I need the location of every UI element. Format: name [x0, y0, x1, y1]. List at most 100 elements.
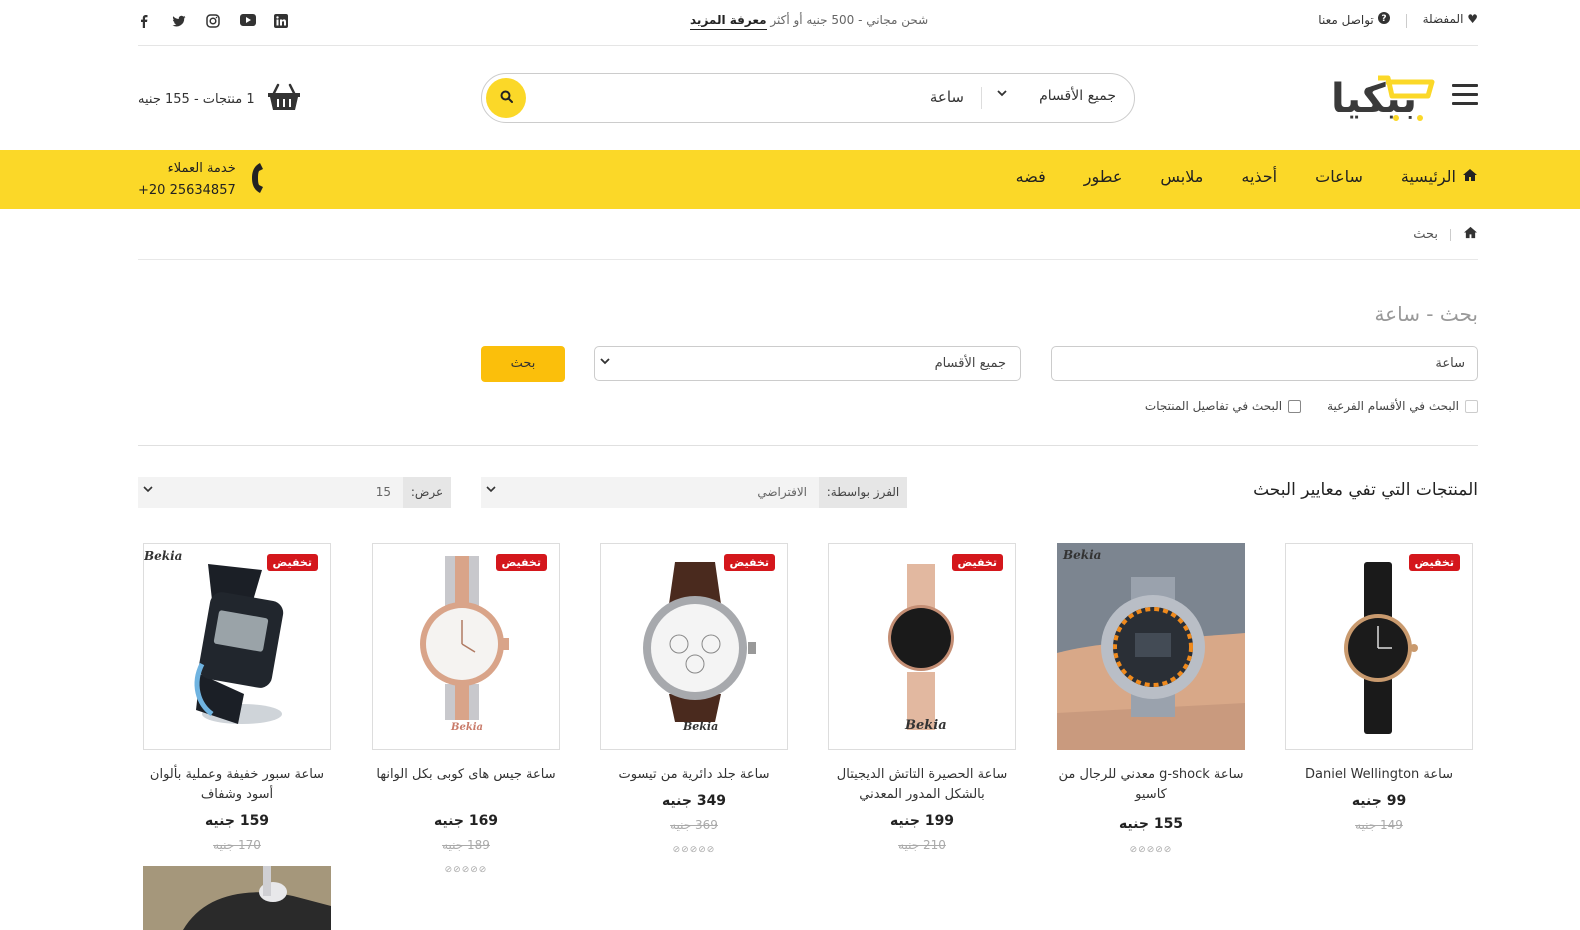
top-bar: شحن مجاني - 500 جنيه أو أكثر معرفة المزي… [0, 0, 1580, 46]
product-image[interactable]: تخفيض Bekia [600, 543, 788, 750]
phone-icon [246, 161, 266, 199]
nav-item-shoes[interactable]: أحذيه [1241, 167, 1277, 186]
chevron-down-icon [599, 355, 611, 369]
sort-value: الافتراضي [757, 485, 807, 499]
nav-item-watches[interactable]: ساعات [1315, 167, 1363, 186]
show-count-select[interactable]: عرض: 15 [138, 477, 451, 508]
product-name[interactable]: ساعة Daniel Wellington [1277, 765, 1481, 785]
divider [138, 45, 1478, 46]
product-old-price: 189 جنيه [442, 838, 490, 852]
breadcrumb: بحث [1413, 226, 1478, 243]
divider [138, 445, 1478, 446]
social-links [138, 14, 308, 32]
product-old-price: 369 جنيه [670, 818, 718, 832]
cart-text: 1 منتجات - 155 جنيه [138, 92, 255, 107]
product-image[interactable]: تخفيض Bekia [143, 543, 331, 750]
nav-item-silver[interactable]: فضه [1016, 167, 1046, 186]
discount-badge: تخفيض [951, 554, 1003, 571]
divider [981, 87, 982, 109]
rating-stars: ⊘⊘⊘⊘⊘ [444, 865, 488, 875]
page-title: بحث - ساعة [1374, 302, 1478, 326]
nav-item-home[interactable]: الرئيسية [1401, 167, 1478, 186]
search-submit-button[interactable]: بحث [481, 346, 565, 382]
menu-hamburger-icon[interactable] [1452, 84, 1478, 108]
chevron-down-icon[interactable] [996, 87, 1008, 102]
support-phone[interactable]: +20 25634857 [138, 180, 236, 202]
search-category-value: جميع الأقسام [934, 356, 1006, 371]
discount-badge: تخفيض [723, 554, 775, 571]
sort-select[interactable]: الفرز بواسطة: الافتراضي [481, 477, 907, 508]
basket-icon[interactable] [267, 82, 301, 116]
product-price: 159 جنيه [204, 813, 270, 829]
nav-item-label: الرئيسية [1400, 167, 1456, 186]
divider [1450, 228, 1451, 241]
product-name[interactable]: ساعة سبور خفيفة وعملية بألوان أسود وشفاف [135, 765, 339, 805]
heart-icon: ♥ [1467, 12, 1478, 26]
discount-badge: تخفيض [1408, 554, 1460, 571]
product-price: 349 جنيه [661, 793, 727, 809]
site-logo[interactable]: بيكيا [1316, 66, 1436, 124]
facebook-icon[interactable] [138, 14, 172, 32]
favorites-link[interactable]: ♥ المفضلة [1423, 12, 1478, 28]
support-text: خدمة العملاء +20 25634857 [138, 158, 236, 202]
linkedin-icon[interactable] [274, 14, 308, 32]
cart-separator: - [193, 91, 199, 107]
nav-item-perfumes[interactable]: عطور [1084, 167, 1123, 186]
breadcrumb-home-icon[interactable] [1463, 226, 1478, 243]
subcategories-checkbox[interactable] [1465, 399, 1478, 413]
product-old-price: 210 جنيه [898, 838, 946, 852]
descriptions-label: البحث في تفاصيل المنتجات [1144, 399, 1283, 413]
sort-label: الفرز بواسطة: [819, 477, 907, 508]
subcategories-label: البحث في الأقسام الفرعية [1327, 399, 1459, 413]
product-name[interactable]: ساعة g-shock معدني للرجال من كاسيو [1049, 765, 1253, 805]
product-price: 99 جنيه [1351, 793, 1407, 809]
show-value: 15 [375, 485, 391, 499]
cart-count: 1 [246, 91, 255, 107]
descriptions-option[interactable]: البحث في تفاصيل المنتجات [1144, 399, 1302, 413]
cart-summary[interactable]: 1 منتجات - 155 جنيه [138, 82, 301, 116]
promo-learn-more-link[interactable]: معرفة المزيد [690, 13, 767, 30]
product-old-price: 149 جنيه [1355, 818, 1403, 832]
top-links: ♥ المفضلة ? تواصل معنا [1318, 12, 1478, 28]
header-search: ساعة جميع الأقسام [481, 73, 1135, 123]
product-old-price: 170 جنيه [213, 838, 261, 852]
main-nav-bar: الرئيسية ساعات أحذيه ملابس عطور فضه خدمة… [0, 150, 1580, 209]
logo-text: بيكيا [1331, 76, 1417, 122]
home-icon [1462, 167, 1478, 186]
product-image[interactable] [143, 866, 331, 930]
subcategories-option[interactable]: البحث في الأقسام الفرعية [1327, 399, 1478, 413]
product-image[interactable]: Bekia [1057, 543, 1245, 750]
main-nav: الرئيسية ساعات أحذيه ملابس عطور فضه [1016, 167, 1478, 186]
search-keyword-input[interactable]: ساعة [1051, 346, 1478, 381]
breadcrumb-current[interactable]: بحث [1413, 227, 1438, 242]
product-image[interactable]: تخفيض Bekia [828, 543, 1016, 750]
product-image[interactable]: تخفيض Bekia [372, 543, 560, 750]
watermark-text: Bekia [683, 720, 719, 733]
twitter-icon[interactable] [172, 14, 206, 32]
rating-stars: ⊘⊘⊘⊘⊘ [1129, 845, 1173, 855]
watermark-text: Bekia [451, 722, 484, 733]
product-name[interactable]: ساعة جيس هاى كوبى بكل الوانها [364, 765, 568, 785]
search-button[interactable] [486, 78, 526, 118]
descriptions-checkbox[interactable] [1288, 399, 1302, 413]
search-category-dropdown[interactable]: جميع الأقسام [594, 346, 1021, 381]
show-label: عرض: [403, 477, 451, 508]
search-options: البحث في الأقسام الفرعية البحث في تفاصيل… [1145, 399, 1478, 413]
contact-label: تواصل معنا [1318, 13, 1374, 27]
search-category-select[interactable]: جميع الأقسام [1039, 88, 1116, 104]
promo-text: شحن مجاني - 500 جنيه أو أكثر [770, 13, 929, 27]
instagram-icon[interactable] [206, 14, 240, 32]
watermark-text: Bekia [1063, 548, 1102, 562]
customer-support: خدمة العملاء +20 25634857 [138, 158, 266, 202]
product-name[interactable]: ساعة جلد دائرية من تيسوت [592, 765, 796, 785]
product-image[interactable]: تخفيض [1285, 543, 1473, 750]
cart-total: 155 جنيه [138, 91, 190, 107]
product-price: 169 جنيه [433, 813, 499, 829]
search-input[interactable]: ساعة [930, 88, 964, 106]
product-name[interactable]: ساعة الحصيرة التاتش الديجيتال بالشكل الم… [820, 765, 1024, 805]
youtube-icon[interactable] [240, 14, 274, 32]
contact-link[interactable]: ? تواصل معنا [1318, 12, 1390, 28]
divider [138, 259, 1478, 260]
watermark-text: Bekia [905, 718, 947, 733]
nav-item-clothes[interactable]: ملابس [1160, 167, 1203, 186]
